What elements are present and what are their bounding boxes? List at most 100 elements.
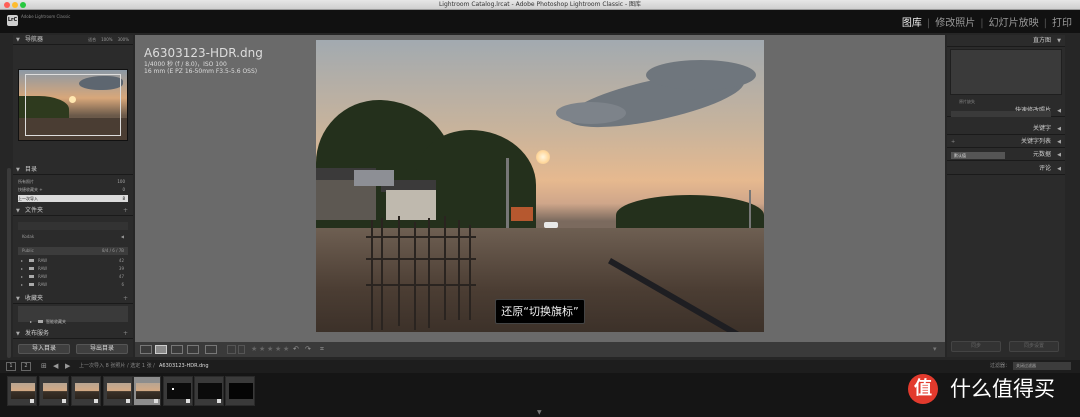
add-collection-icon[interactable]: + <box>123 294 128 304</box>
collapse-triangle-icon: ▼ <box>16 331 20 337</box>
lrc-logo: LrC <box>7 15 18 26</box>
back-arrow-icon[interactable]: ◀ <box>53 362 58 371</box>
window-title: Lightroom Catalog.lrcat - Adobe Photosho… <box>438 1 642 8</box>
folder-icon <box>29 283 34 286</box>
filmstrip-source[interactable]: 上一次导入 8 张照片 / 选定 1 张 / <box>79 362 155 371</box>
filmstrip-thumbnail[interactable] <box>133 376 161 406</box>
reject-flag-icon[interactable] <box>238 345 245 354</box>
sync-settings-button[interactable]: 同步设置 <box>1009 341 1059 352</box>
star-rating-icon[interactable]: ★ <box>259 345 265 354</box>
folder-search-field[interactable] <box>18 222 128 230</box>
toolbar-menu-icon[interactable]: ▾ <box>933 345 937 354</box>
right-panel: 直方图▼ 原片缺失 快速修改照片◀ 关键字◀ + 关键字列表◀ 元数据◀ 默认值… <box>947 35 1065 357</box>
loupe-filename: A6303123-HDR.dng <box>144 46 263 60</box>
filter-select[interactable]: 关闭过滤器 <box>1013 362 1071 370</box>
catalog-header[interactable]: ▼ 目录 <box>13 165 133 175</box>
filmstrip-navigation-bar: 1 2 ⊞ ◀ ▶ 上一次导入 8 张照片 / 选定 1 张 / A630312… <box>0 360 1080 373</box>
main-photo[interactable] <box>316 40 764 332</box>
collapse-triangle-icon: ◀ <box>1057 108 1061 114</box>
sync-metadata-button[interactable]: 同步 <box>951 341 1001 352</box>
title-bar: Lightroom Catalog.lrcat - Adobe Photosho… <box>0 0 1080 10</box>
undo-flag-tooltip: 还原“切换旗标” <box>495 299 585 324</box>
folder-icon <box>29 267 34 270</box>
filmstrip-thumbnail[interactable] <box>163 376 193 406</box>
loupe-view[interactable]: A6303123-HDR.dng 1/4000 秒 (f / 8.0)，ISO … <box>135 35 945 342</box>
import-catalog-button[interactable]: 导入目录 <box>18 344 70 354</box>
folder-icon <box>29 275 34 278</box>
lightroom-window: Lightroom Catalog.lrcat - Adobe Photosho… <box>0 0 1080 417</box>
collapse-triangle-icon: ◀ <box>1057 126 1061 132</box>
keyword-list-header[interactable]: + 关键字列表 ◀ <box>947 136 1065 148</box>
module-library[interactable]: 图库 <box>902 17 922 31</box>
publish-services-header[interactable]: ▼ 发布服务 + <box>13 329 133 339</box>
folder-row[interactable]: ▸ RAW 47 <box>18 273 128 280</box>
star-rating-icon[interactable]: ★ <box>283 345 289 354</box>
filmstrip-thumbnail[interactable] <box>39 376 69 406</box>
collapse-triangle-icon: ◀ <box>1057 166 1061 172</box>
left-panel-scrollbar[interactable] <box>7 168 11 358</box>
volume-menu-icon: ◀ <box>120 234 124 239</box>
filmstrip-thumbnail[interactable] <box>103 376 133 406</box>
collapse-triangle-icon: ▼ <box>16 208 20 214</box>
folder-row[interactable]: ▸ RAW 6 <box>18 281 128 288</box>
compare-view-button[interactable] <box>171 345 183 354</box>
module-develop[interactable]: 修改照片 <box>935 17 975 31</box>
folder-row[interactable]: ▸ RAW 39 <box>18 265 128 272</box>
export-catalog-button[interactable]: 导出目录 <box>76 344 128 354</box>
library-toolbar: ★ ★ ★ ★ ★ ↶ ↷ ⌗ ▾ <box>135 342 945 357</box>
forward-arrow-icon[interactable]: ▶ <box>65 362 70 371</box>
volume-kodak[interactable]: Kodak ◀ <box>18 233 128 241</box>
loupe-view-button[interactable] <box>155 345 167 354</box>
metadata-preset-select[interactable]: 默认值 <box>951 152 1005 159</box>
filmstrip-current-file[interactable]: A6303123-HDR.dng <box>159 362 209 371</box>
collections-header[interactable]: ▼ 收藏夹 + <box>13 294 133 304</box>
rotate-right-icon[interactable]: ↷ <box>305 345 311 354</box>
filmstrip-thumbnail[interactable] <box>71 376 101 406</box>
grid-icon[interactable]: ⊞ <box>41 362 47 371</box>
people-view-button[interactable] <box>205 345 217 354</box>
histogram-header[interactable]: 直方图 ▼ <box>947 35 1065 47</box>
catalog-item-quick-collection[interactable]: 快捷收藏夹 +0 <box>18 186 128 193</box>
filmstrip-thumbnail[interactable] <box>225 376 255 406</box>
navigator-header[interactable]: ▼ 导航器 适合 100% 300% <box>13 35 133 45</box>
smart-collections-row[interactable]: ▸ 智能收藏夹 <box>18 318 128 325</box>
folder-icon <box>29 259 34 262</box>
volume-public[interactable]: Public 8/4 / 6 / 7B <box>18 247 128 255</box>
comments-header[interactable]: 评论 ◀ <box>947 163 1065 175</box>
rotate-left-icon[interactable]: ↶ <box>293 345 299 354</box>
zoom-100[interactable]: 100% <box>101 35 112 45</box>
survey-view-button[interactable] <box>187 345 199 354</box>
quick-develop-preset[interactable] <box>951 111 1051 117</box>
filter-label: 过滤器： <box>989 363 1010 369</box>
add-publish-service-icon[interactable]: + <box>123 329 128 339</box>
crop-overlay-icon[interactable]: ⌗ <box>320 345 324 354</box>
folders-header[interactable]: ▼ 文件夹 + <box>13 206 133 216</box>
star-rating-icon[interactable]: ★ <box>267 345 273 354</box>
zoom-fit[interactable]: 适合 <box>88 35 96 45</box>
catalog-item-all-photos[interactable]: 所有照片 100 <box>18 178 128 185</box>
keywording-header[interactable]: 关键字 ◀ <box>947 123 1065 135</box>
secondary-window-button[interactable]: 2 <box>21 362 31 371</box>
collapse-triangle-icon: ▼ <box>16 296 20 302</box>
navigator-preview[interactable] <box>18 69 128 141</box>
flag-icon[interactable] <box>227 345 236 354</box>
add-folder-icon[interactable]: + <box>123 206 128 216</box>
filmstrip-thumbnail[interactable] <box>194 376 224 406</box>
show-filmstrip-icon[interactable]: ▼ <box>537 409 542 416</box>
star-rating-icon[interactable]: ★ <box>251 345 257 354</box>
catalog-item-previous-import[interactable]: 上一次导入 8 <box>18 195 128 202</box>
module-print[interactable]: 打印 <box>1052 17 1072 31</box>
left-panel: ▼ 导航器 适合 100% 300% ▼ 目录 所有照片 100 快捷收藏夹 +0 <box>13 35 133 357</box>
star-rating-icon[interactable]: ★ <box>275 345 281 354</box>
filmstrip-thumbnail[interactable] <box>7 376 37 406</box>
module-slideshow[interactable]: 幻灯片放映 <box>989 17 1039 31</box>
histogram-area <box>950 49 1062 95</box>
identity-plate-text: Adobe Lightroom Classic <box>21 14 71 19</box>
primary-window-button[interactable]: 1 <box>6 362 16 371</box>
watermark-text: 什么值得买 <box>950 377 1055 401</box>
zoom-300[interactable]: 300% <box>118 35 129 45</box>
grid-view-button[interactable] <box>140 345 152 354</box>
navigator-view-frame[interactable] <box>25 74 121 136</box>
collapse-triangle-icon: ◀ <box>1057 152 1061 158</box>
folder-row[interactable]: ▸ RAW 42 <box>18 257 128 264</box>
